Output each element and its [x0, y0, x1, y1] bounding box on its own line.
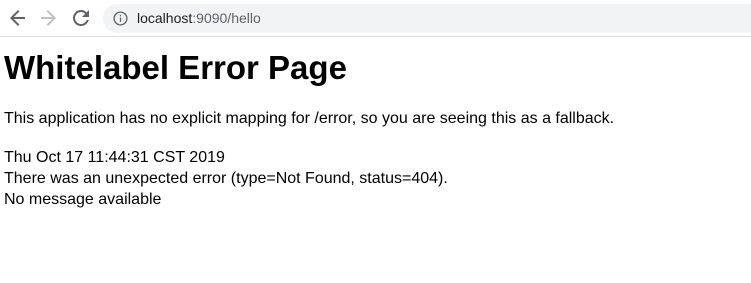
url-text[interactable]: localhost:9090/hello	[137, 10, 261, 27]
url-port-path: :9090/hello	[192, 10, 261, 26]
forward-button[interactable]	[37, 7, 59, 29]
arrow-left-icon	[10, 10, 25, 26]
arrow-right-icon	[41, 10, 56, 26]
fallback-message: This application has no explicit mapping…	[4, 110, 615, 127]
error-message: No message available	[4, 191, 162, 208]
page-title: Whitelabel Error Page	[4, 49, 347, 86]
info-circle-icon[interactable]	[113, 11, 128, 26]
back-button[interactable]	[7, 7, 29, 29]
error-details: Thu Oct 17 11:44:31 CST 2019 There was a…	[4, 147, 448, 210]
error-timestamp: Thu Oct 17 11:44:31 CST 2019	[4, 149, 225, 166]
address-bar[interactable]: localhost:9090/hello	[103, 4, 751, 33]
reload-button[interactable]	[70, 7, 92, 29]
browser-toolbar: localhost:9090/hello	[0, 0, 751, 37]
error-type-status: There was an unexpected error (type=Not …	[4, 170, 448, 187]
url-host: localhost	[137, 10, 193, 26]
reload-icon	[73, 10, 89, 26]
